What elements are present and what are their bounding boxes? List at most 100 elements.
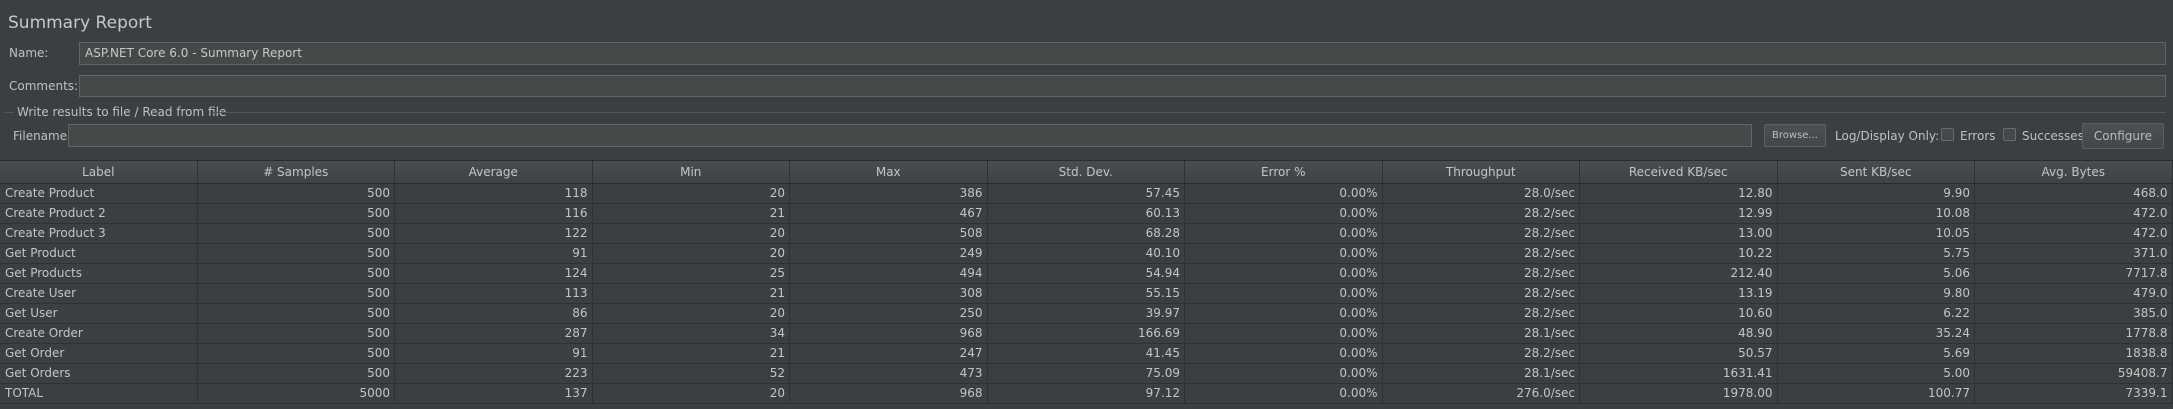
panel-title: Summary Report — [8, 13, 152, 33]
table-cell: 75.09 — [988, 364, 1185, 383]
table-cell: 500 — [198, 204, 395, 223]
name-label: Name: — [9, 46, 49, 60]
row-label-cell: TOTAL — [0, 384, 198, 403]
table-cell: 28.2/sec — [1383, 344, 1580, 363]
column-header-received-kb[interactable]: Received KB/sec — [1580, 161, 1778, 183]
table-cell: 0.00% — [1185, 244, 1383, 263]
table-cell: 86 — [395, 304, 593, 323]
table-cell: 10.22 — [1580, 244, 1778, 263]
table-cell: 137 — [395, 384, 593, 403]
table-cell: 20 — [593, 184, 790, 203]
table-cell: 35.24 — [1778, 324, 1975, 343]
column-header-error-pct[interactable]: Error % — [1185, 161, 1383, 183]
table-cell: 5.69 — [1778, 344, 1975, 363]
table-cell: 5.00 — [1778, 364, 1975, 383]
table-row[interactable]: Get Product 500 91 20 249 40.10 0.00% 28.2/sec 1… — [0, 244, 2173, 264]
name-field[interactable]: ASP.NET Core 6.0 - Summary Report — [79, 42, 2166, 65]
table-cell: 472.0 — [1975, 224, 2173, 243]
table-cell: 25 — [593, 264, 790, 283]
table-cell: 13.00 — [1580, 224, 1778, 243]
table-cell: 20 — [593, 244, 790, 263]
filename-field[interactable] — [68, 124, 1752, 147]
table-cell: 1778.8 — [1975, 324, 2173, 343]
table-cell: 124 — [395, 264, 593, 283]
table-cell: 50.57 — [1580, 344, 1778, 363]
column-header-throughput[interactable]: Throughput — [1383, 161, 1580, 183]
table-cell: 28.2/sec — [1383, 304, 1580, 323]
table-cell: 500 — [198, 244, 395, 263]
table-row[interactable]: Create Order 500 287 34 968 166.69 0.00% 28.1/s… — [0, 324, 2173, 344]
errors-checkbox-label: Errors — [1960, 129, 1996, 143]
table-cell: 500 — [198, 224, 395, 243]
table-cell: 12.80 — [1580, 184, 1778, 203]
table-row[interactable]: Get Orders 500 223 52 473 75.09 0.00% 28.1/sec 1… — [0, 364, 2173, 384]
column-header-std-dev[interactable]: Std. Dev. — [988, 161, 1185, 183]
table-row[interactable]: Create User 500 113 21 308 55.15 0.00% 28.2/sec… — [0, 284, 2173, 304]
log-display-only-label: Log/Display Only: — [1835, 129, 1940, 143]
column-header-max[interactable]: Max — [790, 161, 988, 183]
table-body: Create Product 500 118 20 386 57.45 0.00% 28.0/… — [0, 184, 2173, 404]
table-row-total[interactable]: TOTAL 5000 137 20 968 97.12 0.00% 276.0/sec 1978… — [0, 384, 2173, 404]
table-row[interactable]: Create Product 500 118 20 386 57.45 0.00% 28.0/… — [0, 184, 2173, 204]
table-cell: 494 — [790, 264, 988, 283]
table-cell: 1631.41 — [1580, 364, 1778, 383]
column-header-min[interactable]: Min — [593, 161, 790, 183]
table-cell: 48.90 — [1580, 324, 1778, 343]
table-row[interactable]: Create Product 3 500 122 20 508 68.28 0.00% 28.… — [0, 224, 2173, 244]
table-cell: 52 — [593, 364, 790, 383]
column-header-average[interactable]: Average — [395, 161, 593, 183]
table-cell: 371.0 — [1975, 244, 2173, 263]
table-cell: 500 — [198, 184, 395, 203]
table-cell: 28.1/sec — [1383, 364, 1580, 383]
table-cell: 968 — [790, 384, 988, 403]
row-label-cell: Get Products — [0, 264, 198, 283]
table-cell: 57.45 — [988, 184, 1185, 203]
table-cell: 41.45 — [988, 344, 1185, 363]
column-header-samples[interactable]: # Samples — [198, 161, 395, 183]
table-cell: 1978.00 — [1580, 384, 1778, 403]
table-cell: 10.60 — [1580, 304, 1778, 323]
table-cell: 308 — [790, 284, 988, 303]
successes-checkbox-label: Successes — [2022, 129, 2084, 143]
errors-checkbox[interactable] — [1941, 128, 1954, 141]
table-cell: 473 — [790, 364, 988, 383]
configure-button[interactable]: Configure — [2082, 123, 2164, 149]
table-cell: 247 — [790, 344, 988, 363]
table-cell: 122 — [395, 224, 593, 243]
table-cell: 10.05 — [1778, 224, 1975, 243]
table-cell: 276.0/sec — [1383, 384, 1580, 403]
table-cell: 28.2/sec — [1383, 284, 1580, 303]
table-cell: 467 — [790, 204, 988, 223]
column-header-sent-kb[interactable]: Sent KB/sec — [1778, 161, 1975, 183]
table-cell: 21 — [593, 284, 790, 303]
table-cell: 100.77 — [1778, 384, 1975, 403]
table-cell: 28.2/sec — [1383, 244, 1580, 263]
successes-checkbox[interactable] — [2003, 128, 2016, 141]
table-cell: 500 — [198, 304, 395, 323]
table-row[interactable]: Create Product 2 500 116 21 467 60.13 0.00% 28.… — [0, 204, 2173, 224]
table-cell: 91 — [395, 244, 593, 263]
table-cell: 0.00% — [1185, 324, 1383, 343]
comments-field[interactable] — [79, 75, 2166, 97]
table-cell: 97.12 — [988, 384, 1185, 403]
table-cell: 0.00% — [1185, 184, 1383, 203]
table-cell: 166.69 — [988, 324, 1185, 343]
row-label-cell: Get Product — [0, 244, 198, 263]
column-header-label[interactable]: Label — [0, 161, 198, 183]
table-cell: 968 — [790, 324, 988, 343]
table-row[interactable]: Get Products 500 124 25 494 54.94 0.00% 28.2/se… — [0, 264, 2173, 284]
table-cell: 287 — [395, 324, 593, 343]
row-label-cell: Create User — [0, 284, 198, 303]
table-cell: 28.2/sec — [1383, 204, 1580, 223]
table-cell: 21 — [593, 344, 790, 363]
table-cell: 212.40 — [1580, 264, 1778, 283]
row-label-cell: Create Order — [0, 324, 198, 343]
table-row[interactable]: Get Order 500 91 21 247 41.45 0.00% 28.2/sec 50.… — [0, 344, 2173, 364]
table-cell: 500 — [198, 264, 395, 283]
table-cell: 0.00% — [1185, 344, 1383, 363]
browse-button[interactable]: Browse... — [1764, 124, 1826, 147]
table-cell: 479.0 — [1975, 284, 2173, 303]
table-cell: 472.0 — [1975, 204, 2173, 223]
column-header-avg-bytes[interactable]: Avg. Bytes — [1975, 161, 2173, 183]
table-row[interactable]: Get User 500 86 20 250 39.97 0.00% 28.2/sec 10.6… — [0, 304, 2173, 324]
